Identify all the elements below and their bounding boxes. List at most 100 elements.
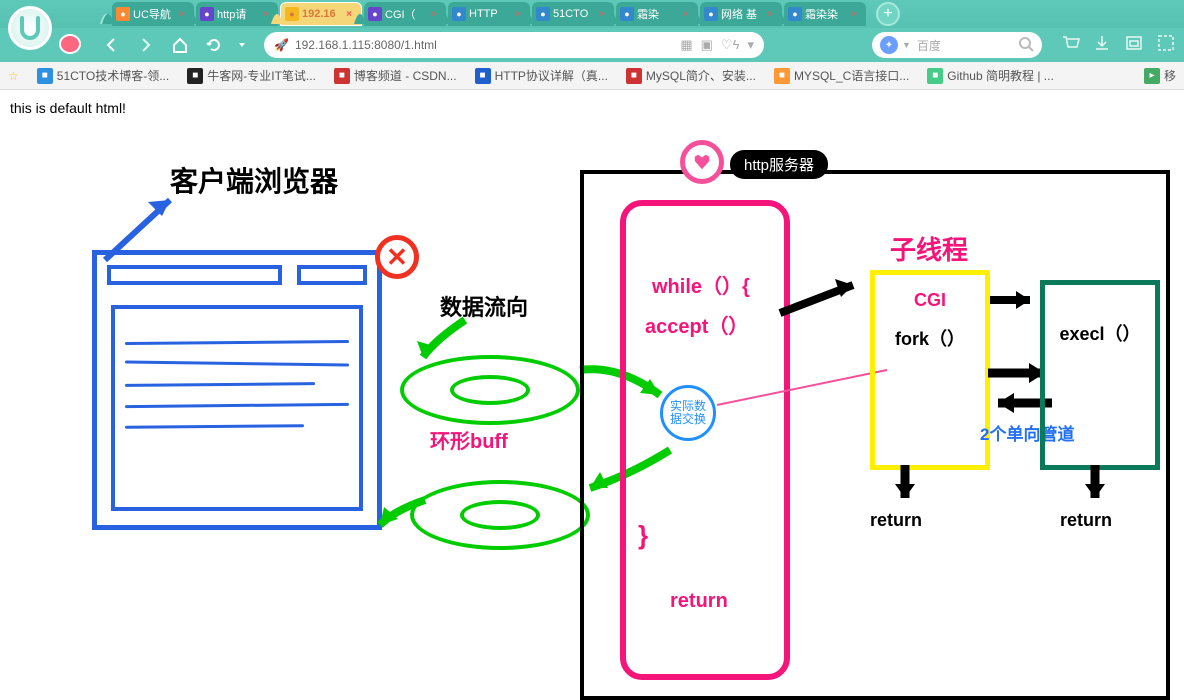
- tab-3[interactable]: ●CGI（×: [364, 2, 446, 26]
- bookmark-5[interactable]: ■MYSQL_C语言接口...: [774, 67, 909, 84]
- tab-label: 霜染: [637, 6, 659, 22]
- tab-favicon: ●: [620, 7, 634, 21]
- back-button[interactable]: [100, 33, 124, 57]
- tab-favicon: ●: [200, 7, 214, 21]
- browser-logo-area: [4, 2, 94, 60]
- bookmark-favicon: ■: [187, 68, 203, 84]
- ring-buffer-inner-1: [450, 375, 530, 405]
- fullscreen-icon[interactable]: [1156, 33, 1176, 58]
- bookmark-favicon: ■: [774, 68, 790, 84]
- bookmark-1[interactable]: ■牛客网-专业IT笔试...: [187, 67, 316, 84]
- tab-favicon: ●: [788, 7, 802, 21]
- tab-label: CGI（: [385, 6, 416, 22]
- bookmark-favicon: ■: [334, 68, 350, 84]
- rocket-icon: 🚀: [274, 38, 289, 52]
- download-icon[interactable]: [1092, 33, 1112, 58]
- bookmark-star-icon[interactable]: ☆: [8, 69, 19, 83]
- bookmark-label: 牛客网-专业IT笔试...: [207, 67, 316, 84]
- server-badge: http服务器: [730, 150, 828, 179]
- search-dropdown-icon[interactable]: ▼: [902, 40, 911, 50]
- baidu-paw-icon: ✦: [880, 36, 898, 54]
- bookmarks-more-label: 移: [1164, 67, 1176, 84]
- tab-4[interactable]: ●HTTP×: [448, 2, 530, 26]
- tab-strip: ●UC导航×●http请×●192.16×●CGI（×●HTTP×●51CTO×…: [0, 0, 1184, 28]
- tab-favicon: ●: [285, 7, 299, 21]
- close-brace-label: }: [638, 520, 648, 551]
- home-button[interactable]: [168, 33, 192, 57]
- child-thread-title: 子线程: [890, 230, 968, 267]
- bookmark-2[interactable]: ■博客频道 - CSDN...: [334, 67, 457, 84]
- uc-logo-icon: [8, 6, 52, 50]
- pink-line-icon: [712, 365, 892, 415]
- bookmarks-overflow[interactable]: ▸ 移: [1144, 67, 1176, 84]
- url-bar[interactable]: 🚀 192.168.1.115:8080/1.html ▦ ▣ ♡ϟ ▾: [264, 32, 764, 58]
- bookmark-label: MYSQL_C语言接口...: [794, 67, 909, 84]
- tools-dropdown-icon[interactable]: ▾: [747, 37, 754, 53]
- arrow-to-exec-icon: [985, 285, 1045, 315]
- new-tab-button[interactable]: +: [876, 2, 900, 26]
- qr-icon[interactable]: ▦: [680, 37, 692, 53]
- bookmark-favicon: ■: [927, 68, 943, 84]
- execl-label: execl（）: [1042, 320, 1158, 346]
- bookmark-favicon: ■: [475, 68, 491, 84]
- tab-favicon: ●: [368, 7, 382, 21]
- child-return-arrow-icon: [890, 460, 920, 510]
- tab-label: 51CTO: [553, 8, 588, 20]
- extension-icon[interactable]: ▣: [701, 37, 713, 53]
- bookmark-label: 博客频道 - CSDN...: [354, 67, 457, 84]
- tab-favicon: ●: [452, 7, 466, 21]
- client-title: 客户端浏览器: [170, 160, 338, 200]
- reload-dropdown[interactable]: [230, 33, 254, 57]
- flash-icon[interactable]: ♡ϟ: [721, 37, 740, 53]
- fork-label: fork（）: [875, 325, 985, 351]
- tab-2[interactable]: ●192.16×: [280, 2, 362, 26]
- tab-7[interactable]: ●网络 基×: [700, 2, 782, 26]
- forward-button[interactable]: [134, 33, 158, 57]
- tab-label: 网络 基: [721, 6, 757, 22]
- bookmark-label: MySQL简介、安装...: [646, 67, 756, 84]
- tab-label: UC导航: [133, 6, 171, 22]
- tab-favicon: ●: [536, 7, 550, 21]
- exec-return-label: return: [1060, 510, 1112, 531]
- bookmarks-bar: ☆ ■51CTO技术博客-领...■牛客网-专业IT笔试...■博客频道 - C…: [0, 62, 1184, 90]
- bookmark-label: 51CTO技术博客-领...: [57, 67, 169, 84]
- accept-label: accept（）: [645, 310, 748, 339]
- architecture-diagram: 客户端浏览器 ✕ 数据流向 环形buff http服务器: [80, 140, 1180, 700]
- arrow-to-child-icon: [775, 275, 875, 320]
- execl-box: [1040, 280, 1160, 470]
- search-bar[interactable]: ✦ ▼ 百度: [872, 32, 1042, 58]
- page-text: this is default html!: [10, 100, 1174, 116]
- tab-label: 192.16: [302, 8, 336, 20]
- tab-0[interactable]: ●UC导航×: [112, 2, 194, 26]
- exec-return-arrow-icon: [1080, 460, 1110, 510]
- tab-6[interactable]: ●霜染×: [616, 2, 698, 26]
- bookmark-favicon: ■: [626, 68, 642, 84]
- child-return-label: return: [870, 510, 922, 531]
- tab-8[interactable]: ●霜染染 ×: [784, 2, 866, 26]
- ring-buff-label: 环形buff: [430, 425, 508, 454]
- green-arrow-left-icon: [365, 490, 445, 540]
- close-icon-drawing: ✕: [375, 235, 419, 279]
- tab-1[interactable]: ●http请×: [196, 2, 278, 26]
- window-icon[interactable]: [1124, 33, 1144, 58]
- tab-close-icon[interactable]: ×: [848, 8, 860, 20]
- search-icon[interactable]: [1018, 36, 1034, 55]
- bookmark-favicon: ■: [37, 68, 53, 84]
- bookmark-0[interactable]: ■51CTO技术博客-领...: [37, 67, 169, 84]
- cart-icon[interactable]: [1060, 33, 1080, 58]
- toolbar: 🚀 192.168.1.115:8080/1.html ▦ ▣ ♡ϟ ▾ ✦ ▼…: [0, 28, 1184, 62]
- tab-favicon: ●: [704, 7, 718, 21]
- bookmark-3[interactable]: ■HTTP协议详解（真...: [475, 67, 608, 84]
- while-label: while（）{: [652, 270, 750, 299]
- loop-return-label: return: [670, 590, 728, 613]
- page-content: this is default html! 客户端浏览器 ✕ 数据流向 环形bu…: [0, 90, 1184, 126]
- bookmark-6[interactable]: ■Github 简明教程 | ...: [927, 67, 1053, 84]
- tab-label: 霜染染: [805, 6, 838, 22]
- data-exchange-circle: 实际数 据交换: [660, 385, 716, 441]
- tab-5[interactable]: ●51CTO×: [532, 2, 614, 26]
- bookmark-4[interactable]: ■MySQL简介、安装...: [626, 67, 756, 84]
- search-placeholder: 百度: [917, 37, 941, 54]
- reload-button[interactable]: [202, 33, 226, 57]
- tab-label: HTTP: [469, 8, 498, 20]
- ring-buffer-inner-2: [460, 500, 540, 530]
